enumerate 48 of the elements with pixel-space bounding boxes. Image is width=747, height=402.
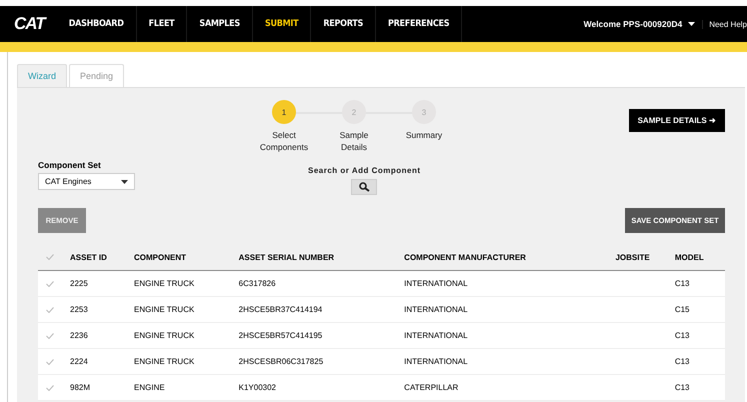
table-cell: K1Y00302	[238, 383, 276, 392]
table-cell: ENGINE TRUCK	[134, 279, 194, 288]
table-cell: INTERNATIONAL	[404, 357, 468, 366]
table-cell: 982M	[70, 383, 90, 392]
sample-details-button[interactable]: SAMPLE DETAILS ➜	[628, 109, 725, 132]
table-cell: ENGINE TRUCK	[134, 305, 194, 314]
caret-icon[interactable]	[688, 22, 696, 26]
table-cell: 2224	[70, 357, 88, 366]
user-menu[interactable]: Welcome PPS-000920D4	[584, 19, 682, 29]
table-cell: C13	[674, 357, 690, 366]
table-cell: C13	[674, 383, 690, 392]
help-link[interactable]: Need Help	[702, 20, 747, 28]
check-icon[interactable]	[46, 384, 54, 390]
table-cell: CATERPILLAR	[404, 383, 458, 392]
table-cell: 6C317826	[238, 279, 276, 288]
table-cell: INTERNATIONAL	[404, 305, 468, 314]
table-cell: 2HSCE5BR57C414195	[238, 331, 322, 340]
check-icon[interactable]	[46, 332, 54, 338]
table-cell: 2236	[70, 331, 88, 340]
step-label: Sample Details	[338, 129, 370, 153]
component-set-dropdown[interactable]: CAT Engines	[38, 173, 135, 190]
caret-icon	[121, 180, 128, 184]
table-cell: C13	[674, 331, 690, 340]
logo[interactable]: CAT	[0, 14, 57, 34]
search-button[interactable]	[351, 179, 378, 195]
table-cell: C13	[674, 279, 690, 288]
field-label: Component Set	[38, 160, 102, 170]
check-icon[interactable]	[46, 306, 54, 312]
search-icon	[358, 182, 370, 192]
step-label: Summary	[404, 129, 444, 141]
table-cell: 2225	[70, 279, 88, 288]
table-cell: INTERNATIONAL	[404, 279, 468, 288]
table-cell: 2253	[70, 305, 88, 314]
search-label: Search or Add Component	[308, 166, 421, 175]
table-cell: 2HSCE5BR37C414194	[238, 305, 322, 314]
table-cell: ENGINE TRUCK	[134, 331, 194, 340]
check-icon[interactable]	[46, 280, 54, 286]
table-cell: ENGINE	[134, 383, 165, 392]
step-number: 1	[272, 100, 296, 124]
step-number: 2	[342, 100, 366, 124]
table-cell: C15	[674, 305, 690, 314]
step-label: Select Components	[258, 129, 310, 153]
step-number: 3	[412, 100, 436, 124]
check-icon[interactable]	[46, 254, 54, 260]
table-cell: 2HSCESBR06C317825	[238, 357, 324, 366]
check-icon[interactable]	[46, 358, 54, 364]
table-cell: ENGINE TRUCK	[134, 357, 194, 366]
table-cell: INTERNATIONAL	[404, 331, 468, 340]
